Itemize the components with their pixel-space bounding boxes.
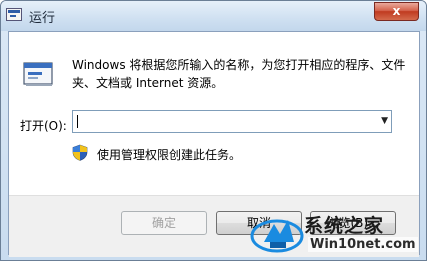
window-title: 运行 bbox=[29, 11, 56, 26]
run-dialog-icon bbox=[6, 8, 22, 21]
watermark-url: Win10net.com bbox=[308, 237, 418, 252]
chevron-down-icon[interactable]: ▼ bbox=[381, 116, 388, 126]
site-watermark: 系统之家 Win10net.com bbox=[248, 209, 424, 259]
ok-button[interactable]: 确定 bbox=[121, 211, 207, 235]
watermark-name: 系统之家 bbox=[304, 215, 385, 237]
close-button[interactable]: x bbox=[374, 2, 419, 21]
uac-note: 使用管理权限创建此任务。 bbox=[97, 148, 242, 162]
run-dialog-window: 运行 x Windows 将根据您所输入的名称，为您打开相应的程序、文件夹、文档… bbox=[0, 0, 427, 261]
title-bar[interactable]: 运行 x bbox=[1, 1, 426, 31]
text-caret bbox=[77, 115, 78, 128]
uac-shield-icon bbox=[72, 144, 88, 161]
dialog-description: Windows 将根据您所输入的名称，为您打开相应的程序、文件夹、文档或 Int… bbox=[72, 58, 406, 90]
run-icon bbox=[23, 62, 53, 86]
open-combobox[interactable]: ▼ bbox=[72, 110, 392, 133]
watermark-logo bbox=[250, 219, 304, 253]
open-label: 打开(O): bbox=[20, 119, 67, 133]
